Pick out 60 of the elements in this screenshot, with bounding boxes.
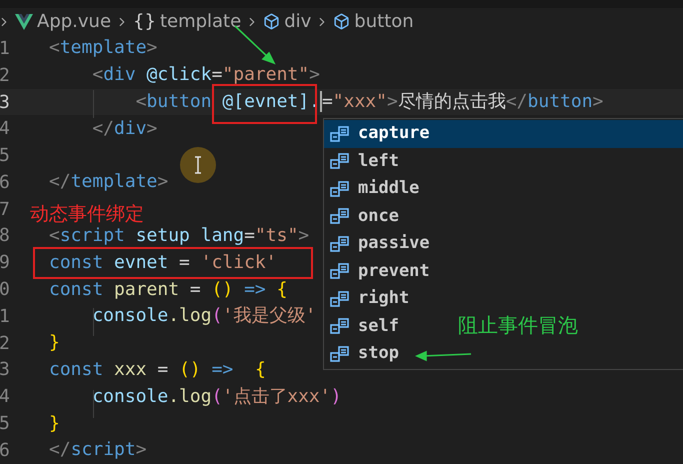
code-line: console.log('点击了xxx'): [91, 388, 342, 406]
line-number: 1: [0, 36, 9, 61]
line-number: 5: [0, 144, 9, 168]
annotation-arrow: [415, 350, 472, 362]
annotation-text: 动态事件绑定: [30, 202, 144, 227]
code-line: const parent = () => {: [49, 280, 288, 299]
property-icon: [330, 207, 350, 226]
line-number: 5: [0, 412, 9, 436]
code-line: console.log('我是父级': [91, 307, 316, 326]
line-number: 6: [0, 438, 9, 463]
breadcrumb-item[interactable]: button: [354, 8, 414, 35]
suggestion-item[interactable]: passive: [358, 231, 430, 256]
line-number: 6: [0, 170, 9, 195]
code-line: <div @click="parent">: [91, 66, 320, 84]
code-line: }: [49, 334, 60, 352]
code-line: <script setup lang="ts">: [49, 226, 310, 245]
cube-icon: [263, 13, 280, 30]
property-icon: [330, 180, 350, 198]
braces-icon: {}: [133, 8, 156, 35]
annotation-text: 阻止事件冒泡: [458, 312, 578, 339]
suggestion-item[interactable]: prevent: [358, 258, 430, 284]
line-number: 7: [0, 198, 9, 222]
suggestion-item[interactable]: right: [358, 286, 410, 312]
line-number: 0: [0, 278, 9, 302]
line-number: 4: [0, 385, 9, 410]
property-icon: [330, 124, 350, 143]
breadcrumb-item[interactable]: App.vue: [37, 8, 112, 35]
line-number: 4: [0, 117, 9, 142]
property-icon: [330, 152, 350, 170]
suggestion-item[interactable]: middle: [358, 176, 420, 202]
mouse-cursor-icon: [179, 146, 217, 184]
property-icon: [330, 317, 350, 336]
line-number: 8: [0, 224, 9, 248]
line-number: 1: [0, 304, 9, 329]
property-icon: [330, 344, 350, 363]
property-icon: [330, 234, 350, 253]
vue-logo-icon: [15, 14, 33, 30]
suggestion-item[interactable]: capture: [358, 121, 430, 146]
suggestion-item[interactable]: once: [358, 204, 399, 229]
breadcrumb-item[interactable]: div: [284, 8, 312, 35]
code-line: </template>: [49, 173, 168, 192]
code-line: <button @[evnet].="xxx">尽情的点击我</button>: [134, 92, 604, 111]
line-number: 3: [0, 358, 9, 382]
breadcrumb-item[interactable]: template: [160, 8, 242, 35]
suggestion-item[interactable]: stop: [358, 341, 399, 366]
line-number: 2: [0, 332, 9, 356]
property-icon: [330, 290, 350, 308]
code-line: <template>: [49, 39, 158, 58]
suggestion-item[interactable]: self: [358, 314, 399, 339]
line-number: 2: [0, 64, 9, 88]
property-icon: [330, 262, 350, 280]
code-line: </div>: [91, 120, 158, 138]
code-line: </script>: [49, 441, 147, 460]
code-line: const xxx = () => {: [49, 360, 266, 379]
cube-icon: [333, 13, 350, 30]
line-number: 9: [0, 251, 9, 276]
line-number: 3: [0, 90, 9, 114]
code-line: const evnet = 'click': [49, 254, 277, 272]
code-line: }: [49, 414, 60, 433]
suggestion-item[interactable]: left: [358, 148, 399, 174]
